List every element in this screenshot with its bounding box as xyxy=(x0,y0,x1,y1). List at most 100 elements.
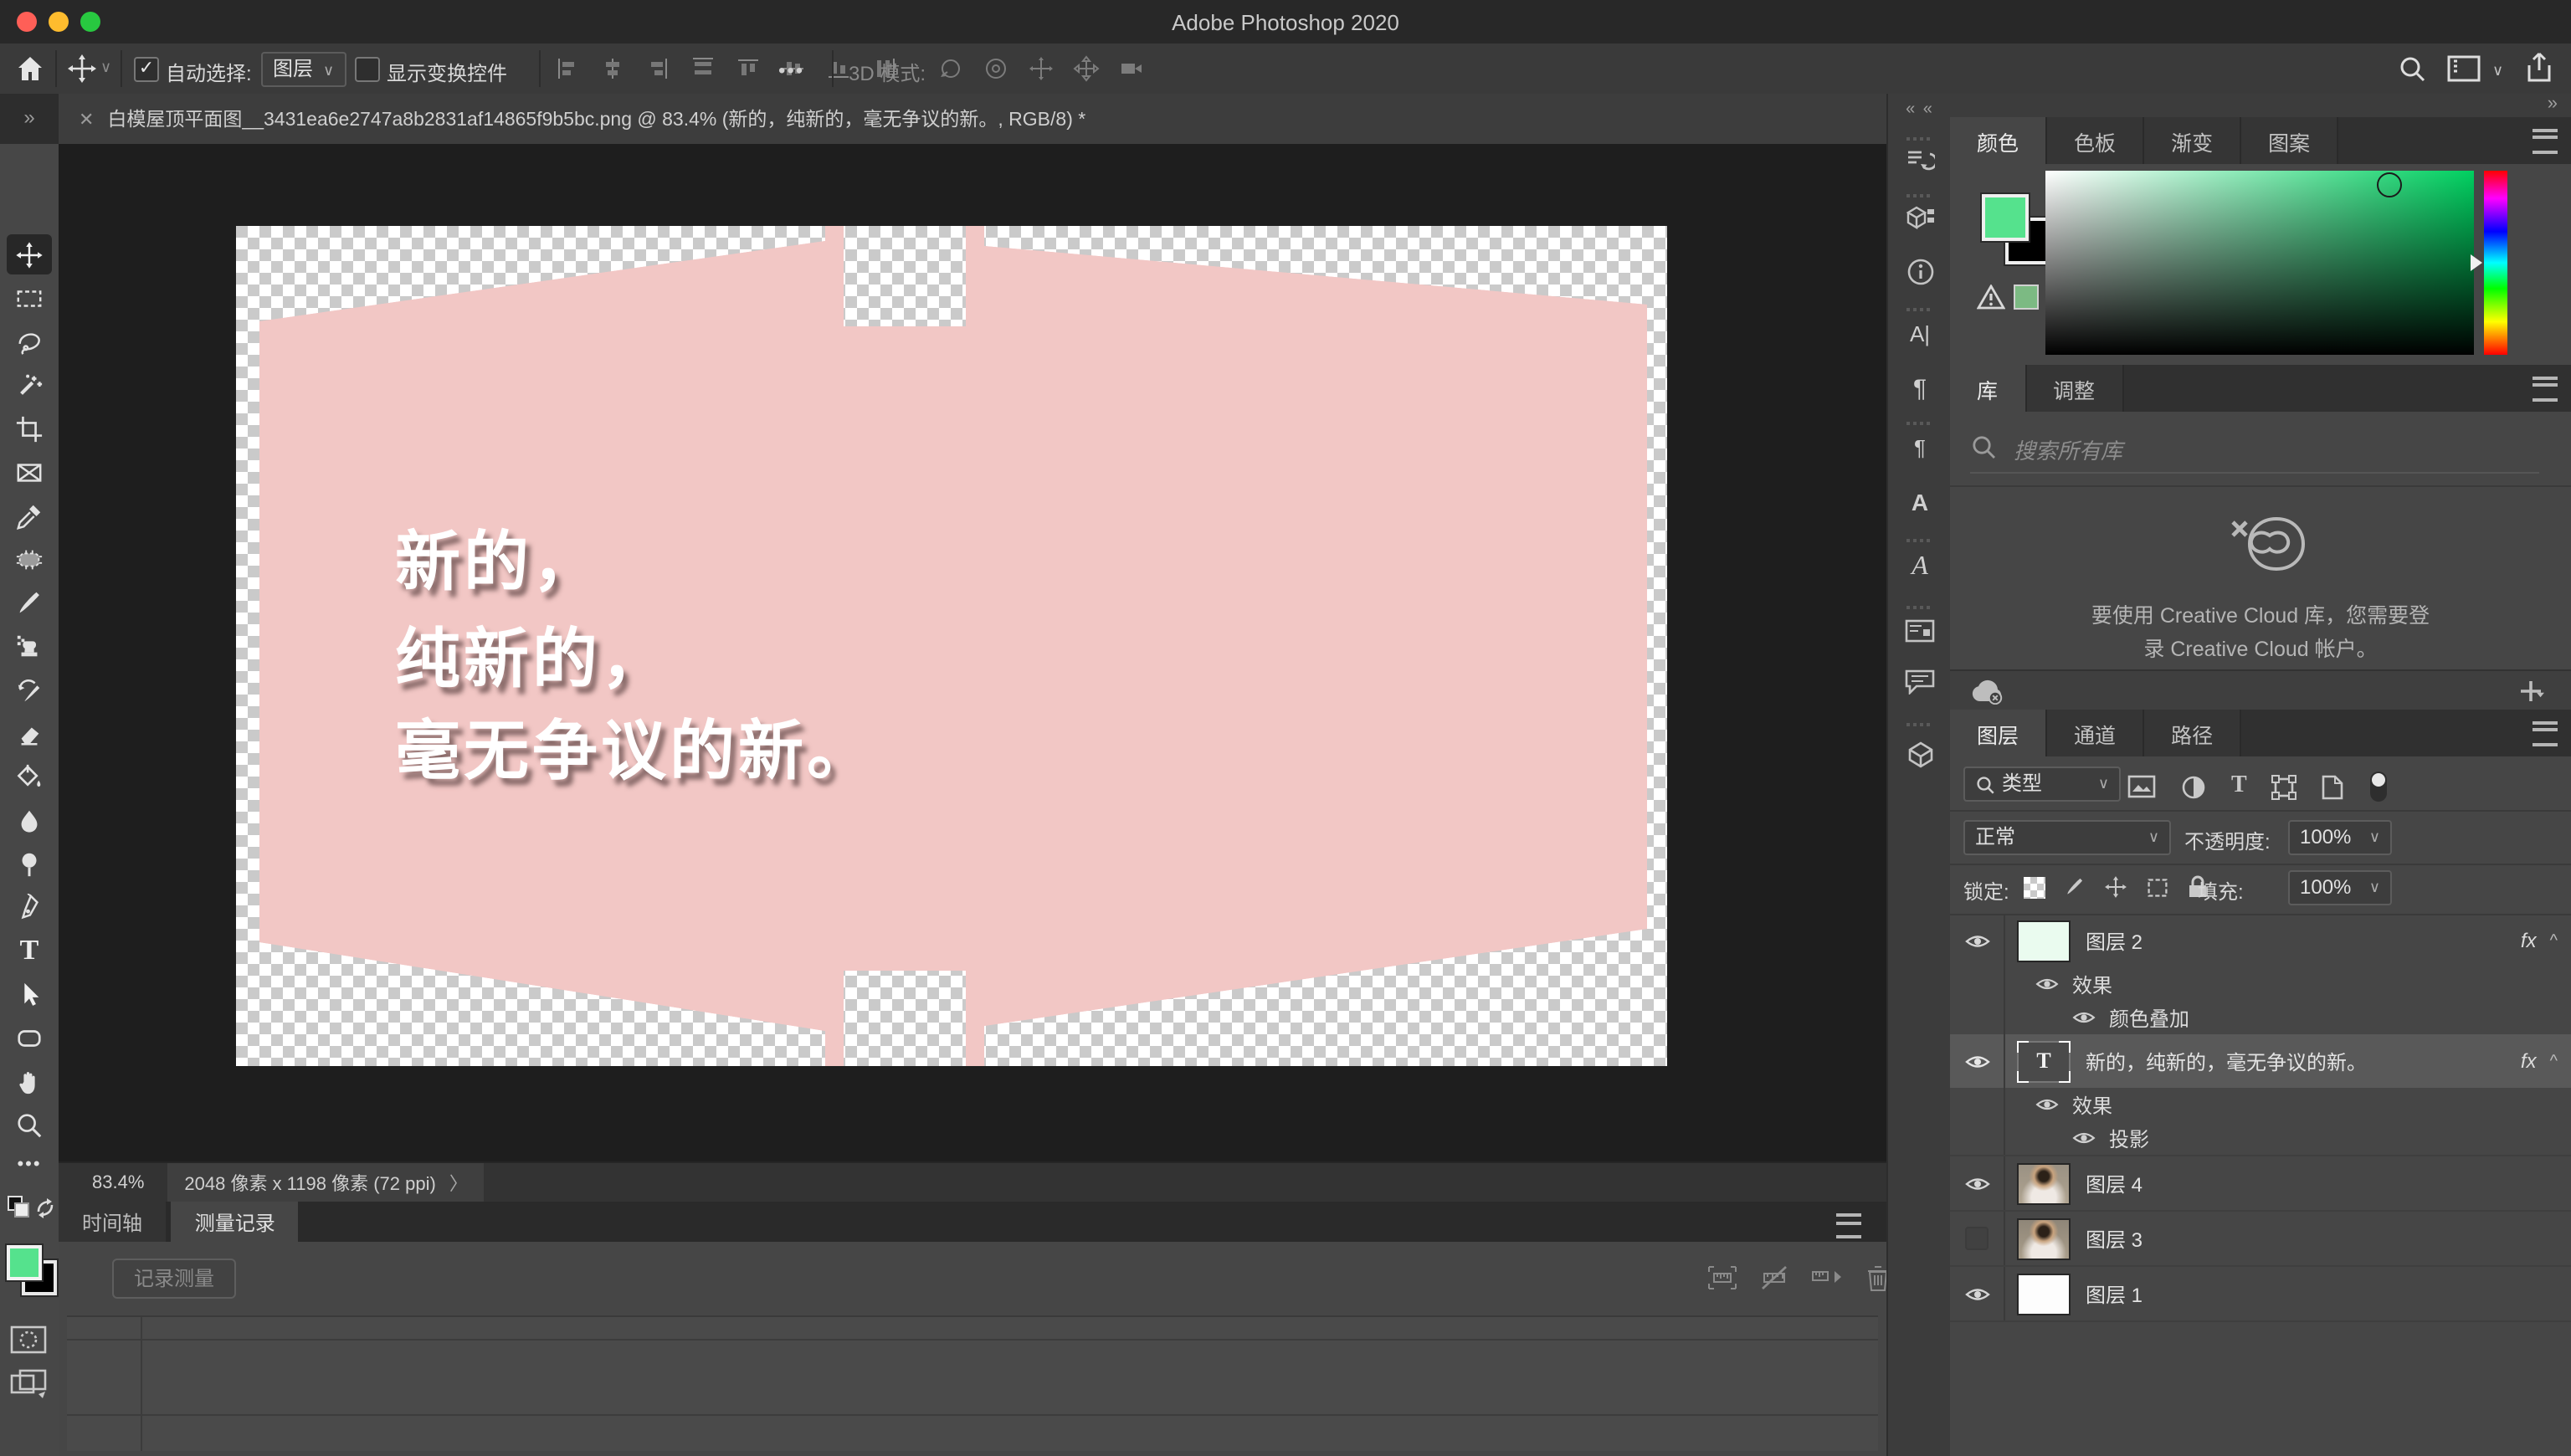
layer-thumbnail[interactable] xyxy=(2017,1273,2071,1315)
lasso-tool[interactable] xyxy=(7,321,52,361)
zoom-tool[interactable] xyxy=(7,1105,52,1145)
align-right-edges-icon[interactable] xyxy=(646,57,670,80)
screen-mode-icon[interactable] xyxy=(10,1369,47,1399)
history-brush-tool[interactable] xyxy=(7,669,52,710)
layer-row-text-selected[interactable]: T 新的，纯新的，毫无争议的新。 fx ^ xyxy=(1950,1034,2571,1088)
document-tab[interactable]: ✕ 白模屋顶平面图__3431ea6e2747a8b2831af14865f9b… xyxy=(59,94,1886,144)
crop-tool[interactable] xyxy=(7,408,52,449)
hue-slider[interactable] xyxy=(2484,171,2507,355)
3d-pan-icon[interactable] xyxy=(1028,55,1055,82)
brush-tool[interactable] xyxy=(7,582,52,623)
comments-panel-icon[interactable] xyxy=(1888,669,1952,695)
move-tool-option-icon[interactable] xyxy=(67,54,97,84)
tab-gradients[interactable]: 渐变 xyxy=(2144,117,2241,164)
home-icon[interactable] xyxy=(13,52,47,85)
text-layer-thumbnail[interactable]: T xyxy=(2017,1040,2071,1082)
type-tool[interactable]: T xyxy=(7,931,52,971)
align-h-centers-icon[interactable] xyxy=(601,57,624,80)
info-panel-icon[interactable] xyxy=(1888,258,1952,286)
visibility-toggle[interactable] xyxy=(1950,1034,2005,1088)
layer-row-4[interactable]: 图层 4 xyxy=(1950,1155,2571,1210)
effect-visibility-icon[interactable] xyxy=(2035,1096,2059,1113)
layer-row-3[interactable]: 图层 3 xyxy=(1950,1210,2571,1265)
character-styles-panel-icon[interactable]: A xyxy=(1888,489,1952,515)
visibility-toggle[interactable] xyxy=(1950,914,2005,967)
record-measurements-button[interactable]: 记录测量 xyxy=(112,1259,236,1299)
effect-visibility-icon[interactable] xyxy=(2072,1009,2096,1026)
eyedropper-tool[interactable] xyxy=(7,495,52,536)
show-transform-checkbox[interactable] xyxy=(355,57,380,82)
tab-timeline[interactable]: 时间轴 xyxy=(59,1202,166,1242)
close-tab-icon[interactable]: ✕ xyxy=(79,108,94,130)
3d-orbit-icon[interactable] xyxy=(937,55,964,82)
pen-tool[interactable] xyxy=(7,887,52,927)
more-options-icon[interactable]: ••• xyxy=(778,59,804,82)
patch-tool[interactable] xyxy=(7,539,52,579)
fill-field[interactable]: 100%∨ xyxy=(2288,870,2392,905)
canvas-area[interactable]: 新的， 纯新的， 毫无争议的新。 xyxy=(59,144,1886,1161)
filter-adjustment-layers-icon[interactable] xyxy=(2181,774,2206,799)
measurement-table[interactable] xyxy=(67,1315,1878,1451)
gamut-safe-swatch[interactable] xyxy=(2014,285,2039,310)
glyphs-panel-icon[interactable]: ¶ xyxy=(1888,435,1952,460)
swap-colors-icon[interactable] xyxy=(33,1195,57,1218)
filter-shape-layers-icon[interactable] xyxy=(2272,774,2297,799)
eraser-tool[interactable] xyxy=(7,713,52,753)
path-select-tool[interactable] xyxy=(7,974,52,1014)
move-tool[interactable] xyxy=(7,234,52,274)
default-colors-icon[interactable] xyxy=(7,1195,30,1218)
edit-toolbar-icon[interactable]: ••• xyxy=(7,1145,52,1185)
tab-layers[interactable]: 图层 xyxy=(1950,710,2047,756)
tab-measurement-log[interactable]: 测量记录 xyxy=(172,1202,299,1242)
layer-thumbnail[interactable] xyxy=(2017,1218,2071,1259)
align-left-edges-icon[interactable] xyxy=(556,57,579,80)
foreground-color-swatch[interactable] xyxy=(7,1245,42,1280)
filter-type-layers-icon[interactable]: T xyxy=(2231,773,2247,800)
panel-menu-icon[interactable] xyxy=(1836,1213,1861,1238)
effects-row[interactable]: 效果 xyxy=(1950,967,2571,1001)
layer-thumbnail[interactable] xyxy=(2017,920,2071,961)
shape-tool[interactable] xyxy=(7,1018,52,1058)
clone-stamp-tool[interactable] xyxy=(7,626,52,666)
collapse-effects-icon[interactable]: ^ xyxy=(2550,1052,2558,1070)
marquee-tool[interactable] xyxy=(7,278,52,318)
document-size-status[interactable]: 2048 像素 x 1198 像素 (72 ppi) 〉 xyxy=(167,1163,484,1203)
tab-color[interactable]: 颜色 xyxy=(1950,117,2047,164)
history-panel-icon[interactable] xyxy=(1888,147,1952,174)
collapse-panels-icon[interactable]: » xyxy=(2548,94,2558,114)
effect-color-overlay-row[interactable]: 颜色叠加 xyxy=(1950,1001,2571,1034)
3d-panel-icon[interactable] xyxy=(1888,740,1952,768)
libraries-panel-menu-icon[interactable] xyxy=(2533,376,2558,401)
select-measurement-icon[interactable] xyxy=(1707,1265,1737,1290)
tab-adjustments[interactable]: 调整 xyxy=(2026,365,2123,412)
panel-expand-icon[interactable]: » xyxy=(0,94,60,144)
tab-patterns[interactable]: 图案 xyxy=(2241,117,2338,164)
magic-wand-tool[interactable] xyxy=(7,365,52,405)
collapse-effects-icon[interactable]: ^ xyxy=(2550,931,2558,950)
quick-mask-icon[interactable] xyxy=(10,1325,47,1354)
layer-thumbnail[interactable] xyxy=(2017,1162,2071,1204)
share-icon[interactable] xyxy=(2524,52,2554,84)
distribute-h-icon[interactable] xyxy=(691,57,715,80)
fx-badge[interactable]: fx xyxy=(2521,1049,2537,1073)
gamut-warning-icon[interactable] xyxy=(1977,285,2005,310)
align-bottom-edges-icon[interactable] xyxy=(827,57,850,80)
visibility-toggle[interactable] xyxy=(1950,1267,2005,1320)
color-field[interactable] xyxy=(2045,171,2474,355)
fx-badge[interactable]: fx xyxy=(2521,929,2537,952)
lock-pixels-icon[interactable] xyxy=(2064,875,2086,899)
lock-artboard-icon[interactable] xyxy=(2146,876,2169,898)
paragraph-styles-panel-icon[interactable]: A xyxy=(1888,552,1952,582)
opacity-field[interactable]: 100%∨ xyxy=(2288,820,2392,855)
color-field-cursor[interactable] xyxy=(2377,172,2402,197)
tool-preset-caret-icon[interactable]: ∨ xyxy=(100,59,111,77)
blend-mode-dropdown[interactable]: 正常∨ xyxy=(1963,820,2171,855)
tab-libraries[interactable]: 库 xyxy=(1950,365,2026,412)
notes-panel-icon[interactable] xyxy=(1888,619,1952,643)
add-library-icon[interactable] xyxy=(2517,678,2551,705)
color-panel-menu-icon[interactable] xyxy=(2533,128,2558,153)
layer-row-2[interactable]: 图层 2 fx ^ xyxy=(1950,914,2571,967)
layers-panel-menu-icon[interactable] xyxy=(2533,720,2558,746)
visibility-toggle[interactable] xyxy=(1950,1156,2005,1210)
dodge-tool[interactable] xyxy=(7,843,52,884)
